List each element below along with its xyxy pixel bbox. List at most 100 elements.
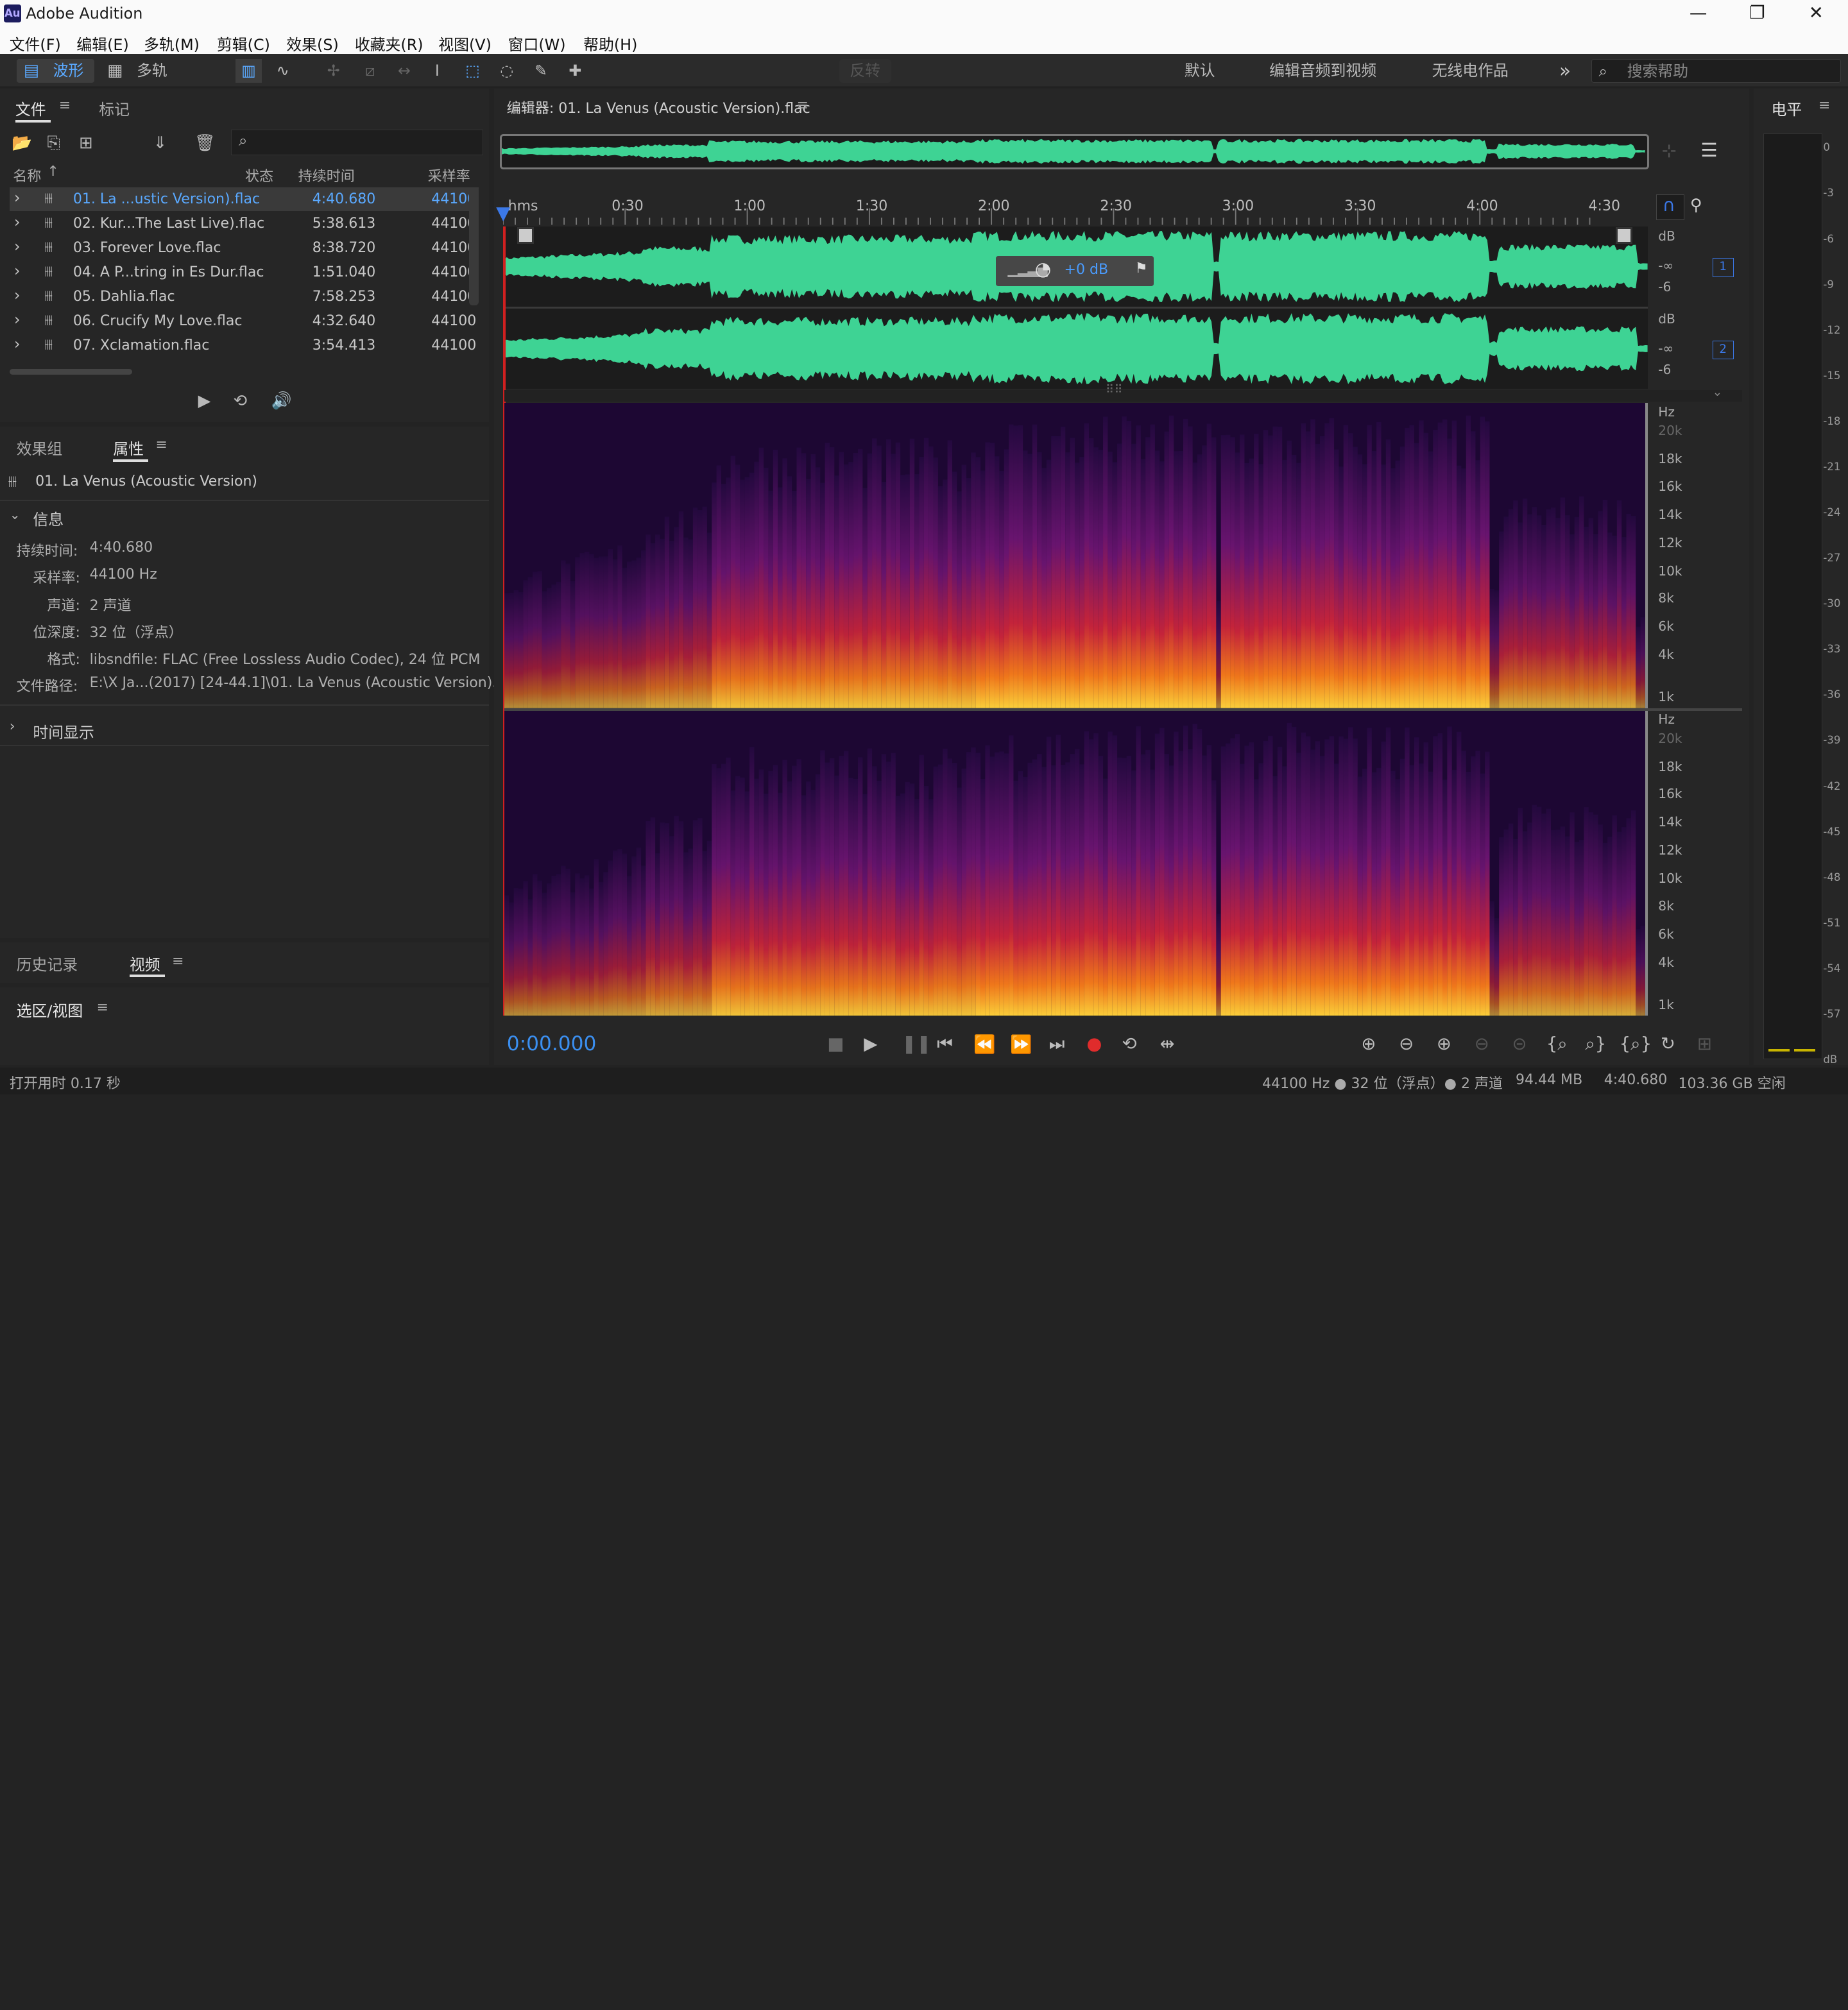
new-file-icon[interactable]: ⊞ [79,133,93,153]
razor-tool-icon[interactable]: ⧄ [357,59,383,83]
zoom-reset-icon[interactable]: ↻ [1661,1034,1675,1054]
spectrogram-channel-2[interactable] [504,710,1646,1016]
editor-menu-icon[interactable]: ≡ [797,98,809,114]
lasso-tool-icon[interactable]: ◌ [494,59,520,83]
chevron-down-icon[interactable]: ⌄ [1713,386,1722,399]
import-file-icon[interactable]: ⎘ [47,133,60,153]
panel-layout-icon[interactable]: ☰ [1700,139,1717,161]
move-tool-icon[interactable]: ✢ [321,59,346,83]
menu-favorites[interactable]: 收藏夹(R) [355,32,424,55]
tab-files[interactable]: 文件 [15,97,46,119]
tab-history[interactable]: 历史记录 [17,952,78,975]
auto-play-icon[interactable]: 🔊 [271,391,291,411]
insert-into-multitrack-icon[interactable]: ⇓ [153,133,167,153]
waveform-display-icon[interactable]: ▥ [235,58,262,83]
loop-playback-icon[interactable]: ⟲ [1122,1034,1137,1054]
channel-1-toggle[interactable]: 1 [1712,258,1734,277]
skip-to-end-icon[interactable]: ⏭ [1049,1034,1065,1055]
slip-tool-icon[interactable]: ↔ [391,59,417,83]
zoom-target-icon[interactable]: ⊹ [1662,141,1677,161]
menu-edit[interactable]: 编辑(E) [76,32,128,55]
file-row[interactable]: › ⫲⫲ 07. Xclamation.flac 3:54.413 44100 [10,334,479,357]
gain-knob-icon[interactable]: ◔ [1035,258,1052,280]
section-time-display[interactable]: 时间显示 [33,720,94,742]
fade-out-handle[interactable] [1616,227,1632,244]
workspace-edit-audio-to-video[interactable]: 编辑音频到视频 [1269,59,1376,83]
tab-properties[interactable]: 属性 [113,436,144,459]
time-selection-tool-icon[interactable]: I [424,59,450,83]
play-icon[interactable]: ▶ [864,1034,877,1054]
chevron-right-icon[interactable]: › [10,719,15,735]
file-row[interactable]: › ⫲⫲ 05. Dahlia.flac 7:58.253 44100 [10,285,479,309]
chevron-right-icon[interactable]: › [14,189,21,207]
levels-menu-icon[interactable]: ≡ [1818,98,1830,114]
chevron-right-icon[interactable]: › [14,262,21,280]
pause-icon[interactable]: ❚❚ [902,1034,931,1054]
zoom-in-time-icon[interactable]: ⊕ [1437,1034,1451,1054]
col-status[interactable]: 状态 [245,165,273,185]
tab-selection-view[interactable]: 选区/视图 [17,998,83,1021]
waveform-channel-2[interactable] [504,309,1648,389]
chevron-right-icon[interactable]: › [14,311,21,328]
zoom-out-time-icon[interactable]: ⊖ [1475,1034,1489,1054]
spectral-display-icon[interactable]: ∿ [270,59,296,83]
menu-help[interactable]: 帮助(H) [583,32,637,55]
loop-preview-icon[interactable]: ⟲ [234,391,248,411]
marker-pin-icon[interactable]: ⚲ [1690,196,1702,215]
file-row[interactable]: › ⫲⫲ 06. Crucify My Love.flac 4:32.640 44100 [10,309,479,333]
properties-menu-icon[interactable]: ≡ [155,437,167,453]
col-duration[interactable]: 持续时间 [298,165,355,185]
file-row[interactable]: › ⫲⫲ 04. A P...tring in Es Dur.flac 1:51.04… [10,260,479,284]
minimize-button[interactable]: — [1681,3,1716,23]
record-icon[interactable]: ● [1086,1034,1102,1054]
files-vertical-scrollbar[interactable] [469,187,479,305]
overview-navigator[interactable] [499,134,1649,170]
menu-multitrack[interactable]: 多轨(M) [144,32,200,55]
delete-icon[interactable]: 🗑 [194,133,216,153]
fade-in-handle[interactable] [517,227,534,244]
zoom-in-amplitude-icon[interactable]: ⊕ [1361,1034,1376,1054]
zoom-to-playhead-icon[interactable]: ⊞ [1697,1034,1712,1054]
spectral-splitter[interactable]: ⠿⠿ ⌄ [504,383,1742,402]
files-horizontal-scrollbar[interactable] [9,368,132,375]
tab-effects-rack[interactable]: 效果组 [17,436,63,459]
skip-selection-icon[interactable]: ⇹ [1159,1034,1174,1054]
chevron-down-icon[interactable]: ⌄ [10,507,21,522]
close-button[interactable]: ✕ [1799,3,1834,23]
section-info[interactable]: 信息 [33,507,64,529]
file-row[interactable]: › ⫲⫲ 03. Forever Love.flac 8:38.720 44100 [10,236,479,260]
pin-icon[interactable]: ⚑ [1135,260,1148,277]
chevron-right-icon[interactable]: › [14,237,21,255]
spectrogram-channel-1[interactable] [504,403,1646,708]
video-menu-icon[interactable]: ≡ [172,953,184,969]
col-name[interactable]: 名称 [13,165,41,185]
file-row[interactable]: › ⫲⫲ 01. La ...ustic Version).flac 4:40.680… [9,187,479,211]
col-samplerate[interactable]: 采样率 [428,165,470,185]
waveform-view-button[interactable]: ▤ 波形 [16,58,94,83]
zoom-selection-icon[interactable]: {⌕} [1620,1034,1652,1055]
snap-toggle[interactable]: ∩ [1656,194,1684,221]
multitrack-view-button[interactable]: ▦ 多轨 [101,59,179,83]
chevron-right-icon[interactable]: › [14,213,21,231]
marquee-tool-icon[interactable]: ⬚ [459,59,485,83]
workspace-default[interactable]: 默认 [1185,59,1215,83]
zoom-in-left-icon[interactable]: {⌕ [1546,1034,1568,1055]
stop-icon[interactable]: ■ [827,1034,844,1054]
fast-forward-icon[interactable]: ⏩ [1010,1034,1032,1055]
tab-video[interactable]: 视频 [130,952,160,975]
gain-hud[interactable]: ▁▂▃▅ ◔ +0 dB ⚑ [996,255,1154,287]
menu-clip[interactable]: 剪辑(C) [217,32,270,55]
menu-effects[interactable]: 效果(S) [286,32,338,55]
menu-file[interactable]: 文件(F) [10,32,61,55]
tab-markers[interactable]: 标记 [99,97,130,119]
menu-view[interactable]: 视图(V) [438,32,492,55]
brush-tool-icon[interactable]: ✎ [528,59,554,83]
selection-view-menu-icon[interactable]: ≡ [97,1000,108,1016]
files-search-input[interactable]: ⌕ [230,130,484,156]
chevron-right-icon[interactable]: › [14,335,21,353]
file-row[interactable]: › ⫲⫲ 02. Kur...The Last Live).flac 5:38.613… [10,212,479,235]
zoom-out-amplitude-icon[interactable]: ⊖ [1399,1034,1414,1054]
more-workspaces-icon[interactable]: » [1559,59,1571,83]
workspace-radio-production[interactable]: 无线电作品 [1432,59,1509,83]
tab-levels[interactable]: 电平 [1772,97,1802,119]
